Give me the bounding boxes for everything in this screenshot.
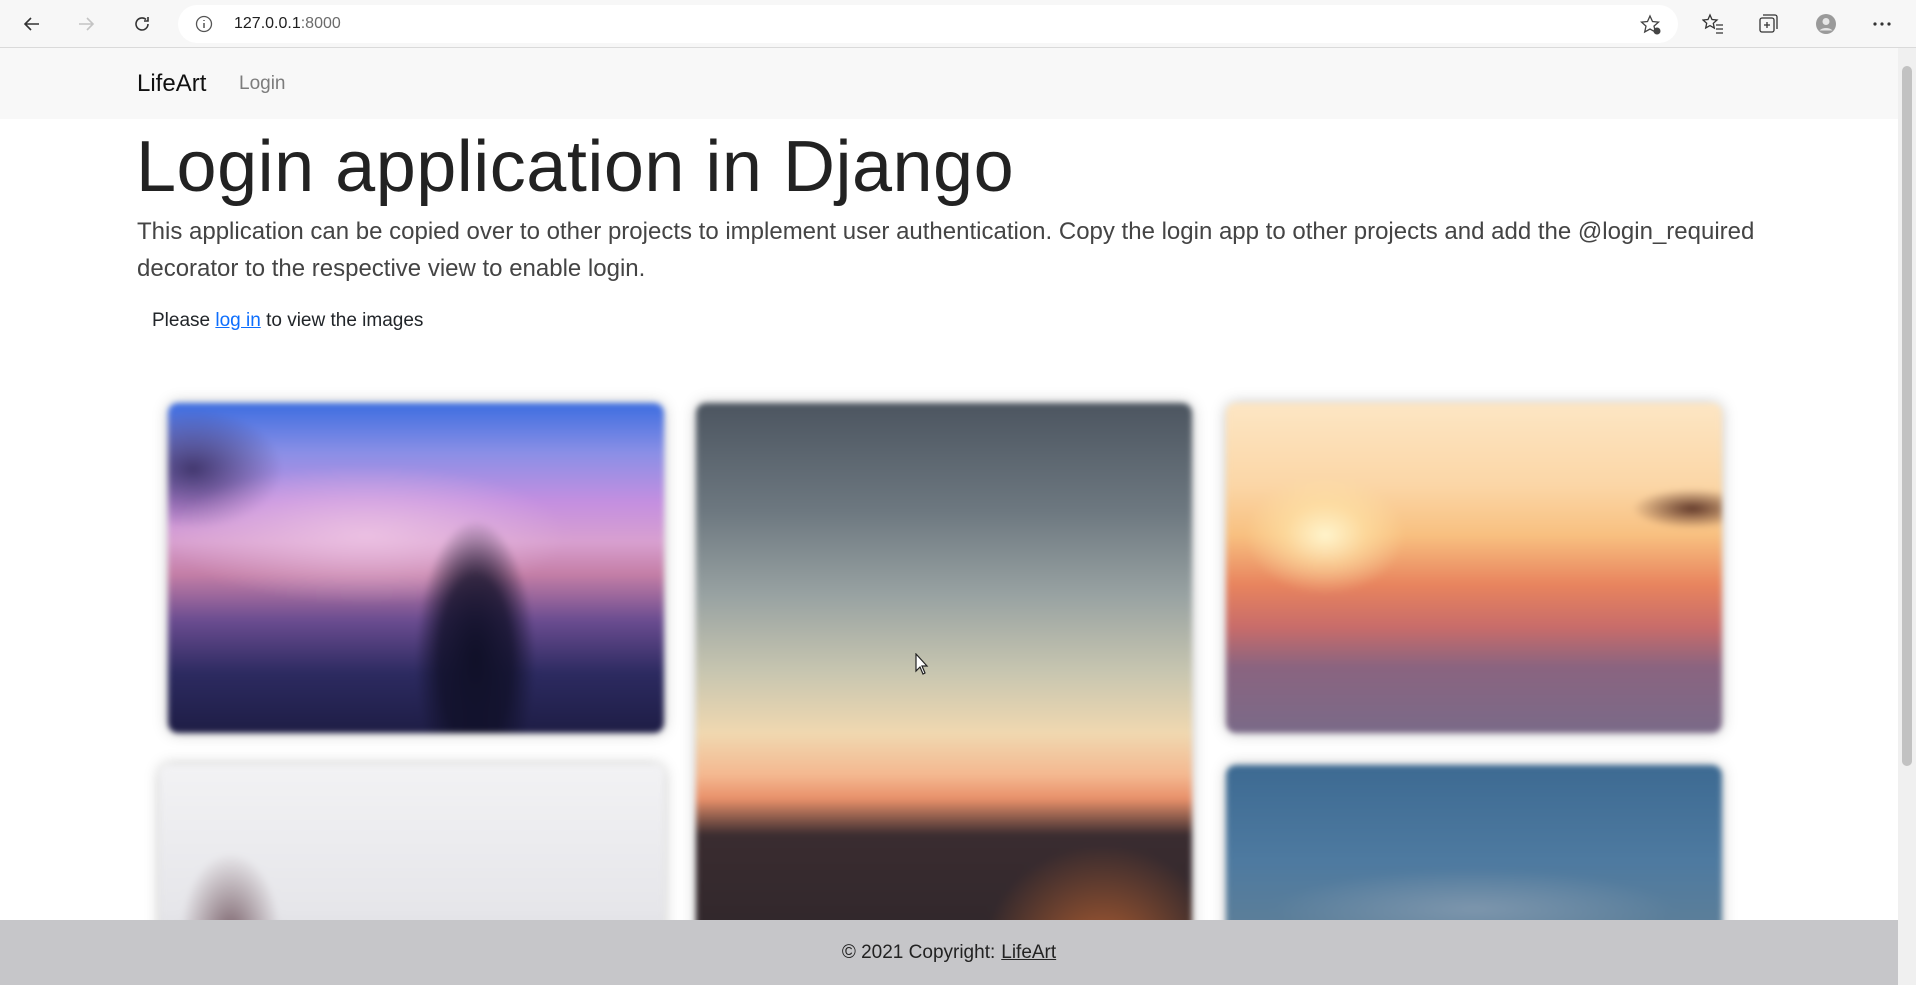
site-navbar: LifeArt Login	[0, 48, 1898, 119]
notice-suffix: to view the images	[260, 310, 424, 331]
scrollbar[interactable]	[1898, 48, 1916, 985]
footer-link[interactable]: LifeArt	[1001, 942, 1056, 964]
arrow-right-icon	[79, 17, 95, 31]
info-icon[interactable]	[194, 14, 214, 34]
footer-copyright: © 2021 Copyright:	[841, 941, 996, 963]
site-footer: © 2021 Copyright: LifeArt	[0, 920, 1898, 985]
scrollbar-thumb[interactable]	[1902, 66, 1912, 766]
nav-login-link[interactable]: Login	[239, 73, 286, 95]
more-icon	[1873, 22, 1891, 26]
page-title: Login application in Django	[136, 127, 1015, 207]
menu-button[interactable]	[1866, 8, 1898, 40]
browser-toolbar: 127.0.0.1:8000	[0, 0, 1916, 48]
gallery-image[interactable]	[1226, 403, 1722, 733]
avatar-icon	[1816, 14, 1836, 34]
forward-button[interactable]	[70, 8, 102, 40]
gallery-image[interactable]	[696, 403, 1192, 985]
arrow-left-icon	[23, 17, 39, 31]
login-notice: Please log in to view the images	[152, 310, 423, 332]
favorites-icon	[1702, 13, 1723, 34]
url-port: :8000	[300, 15, 341, 32]
image-gallery	[160, 393, 1740, 985]
url-host: 127.0.0.1	[234, 15, 301, 32]
favorites-button[interactable]	[1697, 8, 1729, 40]
gallery-image[interactable]	[168, 403, 664, 733]
collections-button[interactable]	[1752, 8, 1784, 40]
address-bar[interactable]: 127.0.0.1:8000	[178, 5, 1678, 43]
page-content: LifeArt Login Login application in Djang…	[0, 48, 1898, 985]
mouse-cursor-icon	[915, 653, 929, 675]
url-text[interactable]: 127.0.0.1:8000	[234, 15, 341, 33]
notice-prefix: Please	[152, 310, 216, 331]
add-favorite-icon[interactable]	[1640, 14, 1662, 36]
back-button[interactable]	[16, 8, 48, 40]
login-link[interactable]: log in	[215, 310, 260, 331]
collections-icon	[1759, 14, 1778, 33]
reload-button[interactable]	[126, 8, 158, 40]
profile-button[interactable]	[1810, 8, 1842, 40]
lead-text: This application can be copied over to o…	[137, 218, 1755, 282]
brand-link[interactable]: LifeArt	[137, 70, 206, 98]
refresh-icon	[135, 17, 149, 31]
